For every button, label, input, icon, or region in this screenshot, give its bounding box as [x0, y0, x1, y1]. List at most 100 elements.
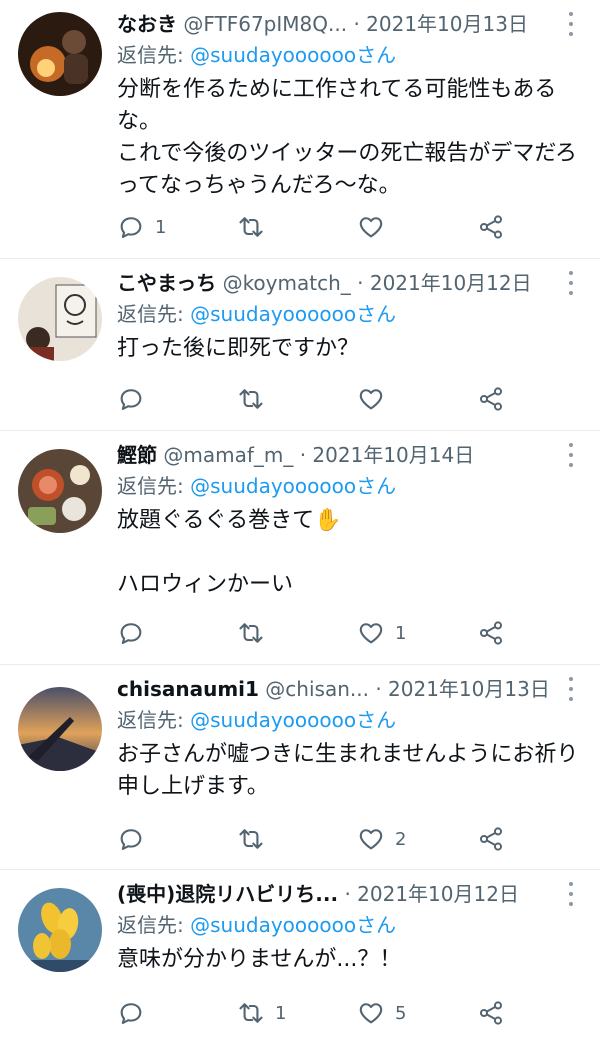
avatar-image	[18, 277, 102, 361]
avatar[interactable]	[18, 277, 102, 361]
retweet-icon	[239, 389, 263, 409]
tweet[interactable]: (喪中)退院リハビリち... · 2021年10月12日 返信先: @suuda…	[0, 870, 600, 1037]
reply-button[interactable]	[117, 617, 155, 649]
avatar[interactable]	[18, 687, 102, 771]
avatar[interactable]	[18, 12, 102, 96]
reply-context: 返信先: @suudayooooooさん	[117, 705, 396, 735]
reply-suffix: さん	[356, 474, 397, 498]
share-icon	[479, 621, 503, 645]
reply-count: 1	[155, 216, 167, 238]
retweet-button[interactable]	[237, 383, 275, 415]
heart-icon	[359, 217, 383, 238]
tweet-actions: 1	[117, 617, 600, 649]
tweet[interactable]: なおき @FTF67pIM8Q... · 2021年10月13日 返信先: @s…	[0, 0, 600, 259]
more-icon[interactable]	[568, 271, 574, 295]
tweet-date[interactable]: · 2021年10月14日	[300, 443, 475, 467]
retweet-button[interactable]	[237, 617, 275, 649]
display-name[interactable]: chisanaumi1	[117, 677, 259, 701]
share-button[interactable]	[477, 211, 505, 243]
reply-button[interactable]	[117, 383, 155, 415]
share-icon	[479, 387, 503, 411]
more-icon[interactable]	[568, 12, 574, 36]
tweet-text: お子さんが嘘つきに生まれませんようにお祈り申し上げます。	[117, 742, 579, 799]
avatar[interactable]	[18, 888, 102, 972]
display-name[interactable]: なおき	[117, 12, 177, 36]
reply-prefix: 返信先:	[117, 43, 191, 67]
reply-to-link[interactable]: @suudayoooooo	[190, 474, 356, 498]
tweet[interactable]: こやまっち @koymatch_ · 2021年10月12日 返信先: @suu…	[0, 259, 600, 431]
reply-icon	[120, 389, 142, 410]
tweet-header: chisanaumi1 @chisan... · 2021年10月13日	[117, 675, 560, 703]
tweet-date[interactable]: · 2021年10月13日	[353, 12, 528, 36]
share-button[interactable]	[477, 823, 505, 855]
avatar-image	[18, 449, 102, 533]
tweet-date[interactable]: · 2021年10月12日	[357, 271, 532, 295]
like-button[interactable]	[357, 211, 395, 243]
like-count: 1	[395, 622, 407, 644]
reply-to-link[interactable]: @suudayoooooo	[190, 708, 356, 732]
tweet[interactable]: 鰹節 @mamaf_m_ · 2021年10月14日 返信先: @suudayo…	[0, 431, 600, 665]
reply-context: 返信先: @suudayooooooさん	[117, 910, 396, 940]
share-icon	[479, 827, 503, 851]
reply-button[interactable]	[117, 823, 155, 855]
reply-suffix: さん	[356, 708, 397, 732]
tweet-text: 打った後に即死ですか？	[117, 336, 360, 361]
share-button[interactable]	[477, 617, 505, 649]
like-count: 5	[395, 1002, 407, 1024]
like-button[interactable]: 2	[357, 823, 406, 855]
heart-icon	[359, 389, 383, 410]
display-name[interactable]: (喪中)退院リハビリち...	[117, 882, 338, 906]
display-name[interactable]: 鰹節	[117, 443, 157, 467]
reply-icon	[120, 623, 142, 644]
reply-prefix: 返信先:	[117, 913, 191, 937]
user-handle[interactable]: @mamaf_m_	[163, 443, 293, 467]
display-name[interactable]: こやまっち	[117, 271, 216, 295]
share-button[interactable]	[477, 383, 505, 415]
reply-prefix: 返信先:	[117, 302, 191, 326]
like-button[interactable]: 5	[357, 997, 406, 1029]
avatar[interactable]	[18, 449, 102, 533]
avatar-image	[18, 12, 102, 96]
more-icon[interactable]	[568, 677, 574, 701]
retweet-button[interactable]	[237, 823, 275, 855]
reply-context: 返信先: @suudayooooooさん	[117, 471, 396, 501]
retweet-icon	[239, 1003, 263, 1023]
tweet-header: こやまっち @koymatch_ · 2021年10月12日	[117, 269, 560, 297]
tweet-text: 分断を作るために工作されてる可能性もあるな。 これで今後のツイッターの死亡報告が…	[117, 77, 578, 198]
tweet-text: 意味が分かりませんが...？！	[117, 947, 402, 972]
reply-to-link[interactable]: @suudayoooooo	[190, 302, 356, 326]
reply-to-link[interactable]: @suudayoooooo	[190, 43, 356, 67]
reply-icon	[120, 829, 142, 850]
tweet-header: 鰹節 @mamaf_m_ · 2021年10月14日	[117, 441, 560, 469]
avatar-image	[18, 687, 102, 771]
retweet-icon	[239, 217, 263, 237]
retweet-button[interactable]	[237, 211, 275, 243]
like-button[interactable]	[357, 383, 395, 415]
reply-button[interactable]	[117, 997, 155, 1029]
more-icon[interactable]	[568, 882, 574, 906]
heart-icon	[359, 829, 383, 850]
like-button[interactable]: 1	[357, 617, 406, 649]
reply-button[interactable]: 1	[117, 211, 166, 243]
more-icon[interactable]	[568, 443, 574, 467]
retweet-button[interactable]: 1	[237, 997, 286, 1029]
user-handle[interactable]: @koymatch_	[223, 271, 351, 295]
tweet[interactable]: chisanaumi1 @chisan... · 2021年10月13日 返信先…	[0, 665, 600, 870]
tweet-actions: 1 5	[117, 997, 600, 1029]
reply-icon	[120, 217, 142, 238]
reply-suffix: さん	[356, 43, 397, 67]
tweet-date[interactable]: · 2021年10月12日	[344, 882, 519, 906]
tweet-date[interactable]: · 2021年10月13日	[375, 677, 550, 701]
tweet-header: (喪中)退院リハビリち... · 2021年10月12日	[117, 880, 560, 908]
reply-suffix: さん	[356, 302, 397, 326]
reply-context: 返信先: @suudayooooooさん	[117, 299, 396, 329]
tweet-text: 放題ぐるぐる巻きて✋ ハロウィンかーい	[117, 508, 342, 597]
user-handle[interactable]: @chisan...	[265, 677, 369, 701]
heart-icon	[359, 623, 383, 644]
avatar-image	[18, 888, 102, 972]
reply-to-link[interactable]: @suudayoooooo	[190, 913, 356, 937]
share-button[interactable]	[477, 997, 505, 1029]
like-count: 2	[395, 828, 407, 850]
user-handle[interactable]: @FTF67pIM8Q...	[183, 12, 347, 36]
tweet-actions	[117, 383, 600, 415]
